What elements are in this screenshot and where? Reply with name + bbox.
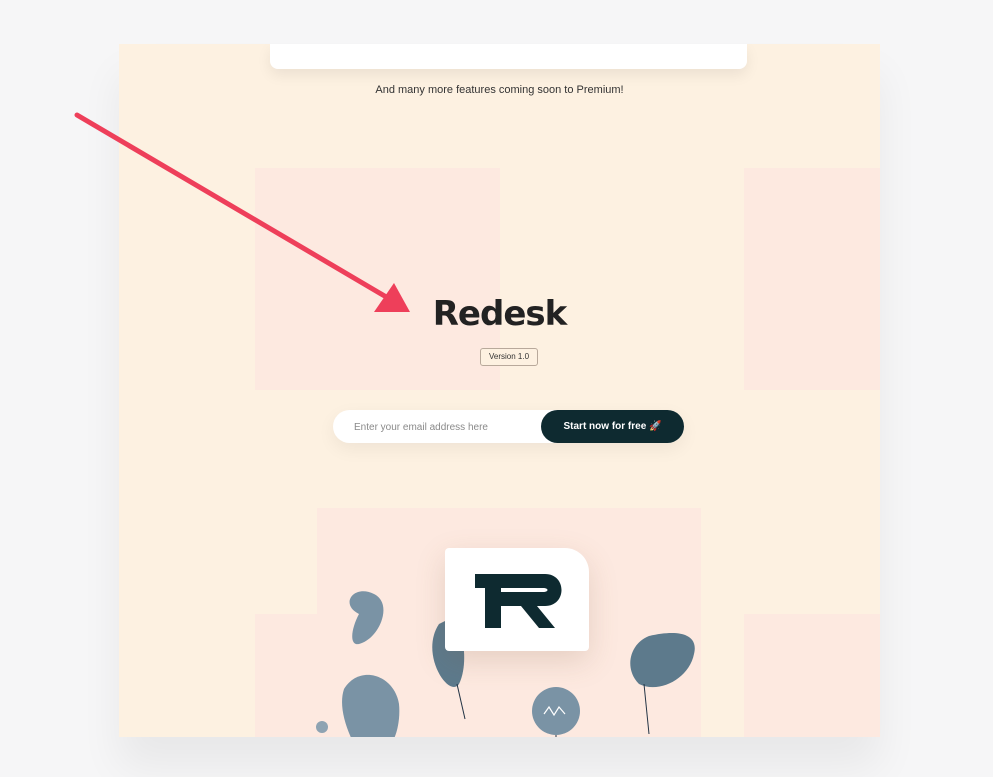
background-tile xyxy=(255,168,500,390)
background-tile xyxy=(744,614,880,737)
landing-page: And many more features coming soon to Pr… xyxy=(119,44,880,737)
version-badge: Version 1.0 xyxy=(480,348,538,366)
brand-title: Redesk xyxy=(432,294,568,334)
background-tile xyxy=(744,168,880,390)
plant-stem xyxy=(643,683,650,735)
plant-stem xyxy=(456,683,466,720)
more-features-text: And many more features coming soon to Pr… xyxy=(375,84,624,96)
feature-card xyxy=(270,44,747,69)
email-input[interactable] xyxy=(352,410,536,445)
signup-form: Start now for free 🚀 xyxy=(333,410,684,445)
leaf-shape xyxy=(630,633,695,688)
redesk-logo-card xyxy=(445,548,589,651)
leaf-shape xyxy=(349,591,384,645)
start-free-button[interactable]: Start now for free 🚀 xyxy=(541,410,684,443)
leaf-shape xyxy=(342,674,400,737)
redesk-logo-icon xyxy=(475,574,562,628)
small-pebble xyxy=(316,721,328,733)
